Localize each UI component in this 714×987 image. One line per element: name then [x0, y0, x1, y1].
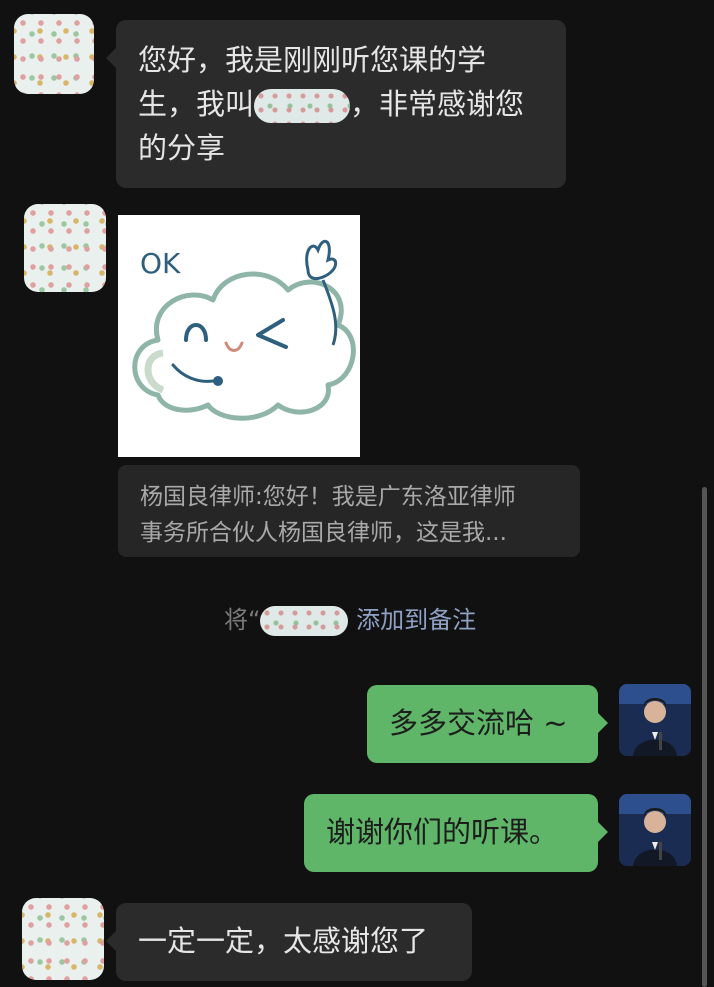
contact-avatar[interactable] — [22, 898, 104, 980]
incoming-message-bubble[interactable]: 您好，我是刚刚听您课的学 生，我叫 ，非常感谢您 的分享 — [106, 20, 566, 188]
sticker-image[interactable]: OK — [118, 215, 360, 457]
add-remark-link[interactable]: 添加到备注 — [356, 606, 476, 634]
message-text-line: 生，我叫 ，非常感谢您 — [138, 87, 525, 123]
outgoing-message-bubble[interactable]: 谢谢你们的听课。 — [304, 794, 608, 872]
message-text-line: 的分享 — [138, 131, 226, 165]
quoted-message[interactable]: 杨国良律师:您好！我是广东洛亚律师 事务所合伙人杨国良律师，这是我... — [118, 465, 580, 557]
chat-scrollbar[interactable] — [702, 487, 707, 987]
person-photo-icon — [619, 684, 691, 756]
system-notice-prefix: 将“ — [224, 606, 261, 634]
quote-text-line: 事务所合伙人杨国良律师，这是我... — [140, 520, 507, 546]
quote-text-line: 杨国良律师:您好！我是广东洛亚律师 — [140, 484, 516, 510]
message-text: 谢谢你们的听课。 — [326, 815, 559, 849]
self-avatar[interactable] — [619, 794, 691, 866]
message-text-line: 您好，我是刚刚听您课的学 — [138, 43, 487, 77]
self-avatar[interactable] — [619, 684, 691, 756]
message-text: 多多交流哈 ~ — [389, 706, 568, 740]
outgoing-message-bubble[interactable]: 多多交流哈 ~ — [367, 685, 608, 763]
redacted-name — [254, 89, 351, 123]
system-notice: 将“ 添加到备注 — [224, 603, 524, 637]
message-text: 一定一定，太感谢您了 — [138, 924, 429, 958]
person-photo-icon — [619, 794, 691, 866]
contact-avatar[interactable] — [14, 14, 94, 94]
cloud-ok-sticker-icon: OK — [132, 239, 356, 421]
incoming-message-bubble[interactable]: 一定一定，太感谢您了 — [106, 903, 472, 981]
contact-avatar[interactable] — [24, 204, 106, 292]
redacted-name — [260, 606, 349, 636]
sticker-label: OK — [140, 247, 181, 280]
